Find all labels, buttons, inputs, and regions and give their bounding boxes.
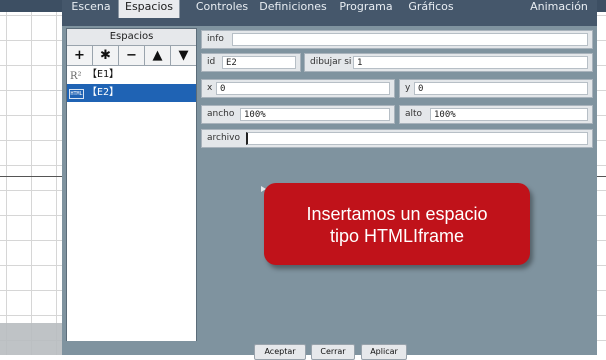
tutorial-callout: Insertamos un espacio tipo HTMLIframe (264, 183, 530, 265)
y-input[interactable]: 0 (414, 82, 588, 95)
width-input[interactable]: 100% (240, 108, 390, 121)
width-field: ancho 100% (201, 105, 395, 124)
move-up-button[interactable]: ▲ (145, 46, 171, 65)
spaces-toolbar: + ✱ − ▲ ▼ (67, 46, 196, 66)
y-field: y 0 (399, 79, 593, 98)
info-input[interactable] (232, 33, 588, 46)
height-input[interactable]: 100% (430, 108, 588, 121)
spaces-list-panel: Espacios + ✱ − ▲ ▼ R² 【E1】 HTML 【E2】 (66, 28, 197, 342)
clone-space-button[interactable]: ✱ (93, 46, 119, 65)
id-input[interactable]: E2 (222, 56, 296, 69)
callout-line-1: Insertamos un espacio (306, 204, 488, 224)
draw-if-field: dibujar si 1 (304, 53, 593, 72)
close-button[interactable]: Cerrar (311, 344, 355, 360)
graph-axis (0, 176, 62, 177)
graph-grid-right (597, 12, 606, 355)
html-space-icon: HTML (69, 89, 84, 99)
editor-tab-bar: Escena Espacios Controles Definiciones P… (62, 0, 597, 27)
tab-programa[interactable]: Programa (338, 0, 394, 18)
remove-space-button[interactable]: − (119, 46, 145, 65)
space-item-e1[interactable]: R² 【E1】 (67, 66, 196, 84)
x-input[interactable]: 0 (216, 82, 390, 95)
draw-if-input[interactable]: 1 (353, 56, 588, 69)
add-space-button[interactable]: + (67, 46, 93, 65)
space-item-e2[interactable]: HTML 【E2】 (67, 84, 196, 102)
tab-graficos[interactable]: Gráficos (403, 0, 459, 18)
height-field: alto 100% (399, 105, 593, 124)
graph-grid-left (0, 12, 62, 355)
apply-button[interactable]: Aplicar (361, 344, 407, 360)
height-label: alto (405, 109, 423, 119)
file-field: archivo (201, 129, 593, 148)
tab-animacion[interactable]: Animación (527, 0, 591, 18)
graph-bottom-shade (0, 323, 62, 355)
x-field: x 0 (201, 79, 395, 98)
info-label: info (207, 34, 224, 44)
spaces-panel-title: Espacios (67, 29, 196, 46)
info-field: info (201, 30, 593, 49)
callout-line-2: tipo HTMLIframe (329, 226, 465, 246)
graph-axis-right (597, 176, 606, 177)
width-label: ancho (207, 109, 235, 119)
x-label: x (207, 83, 213, 93)
file-label: archivo (207, 133, 241, 143)
id-label: id (207, 57, 216, 67)
draw-if-label: dibujar si (310, 57, 352, 67)
id-field: id E2 (201, 53, 301, 72)
y-label: y (405, 83, 411, 93)
tab-espacios[interactable]: Espacios (118, 0, 180, 18)
move-down-button[interactable]: ▼ (171, 46, 196, 65)
accept-button[interactable]: Aceptar (254, 344, 306, 360)
tab-escena[interactable]: Escena (66, 0, 116, 18)
file-input[interactable] (246, 132, 588, 145)
tab-controles[interactable]: Controles (194, 0, 250, 18)
space-item-label: 【E2】 (87, 87, 120, 98)
tab-definiciones[interactable]: Definiciones (259, 0, 327, 18)
space-item-label: 【E1】 (87, 69, 120, 80)
